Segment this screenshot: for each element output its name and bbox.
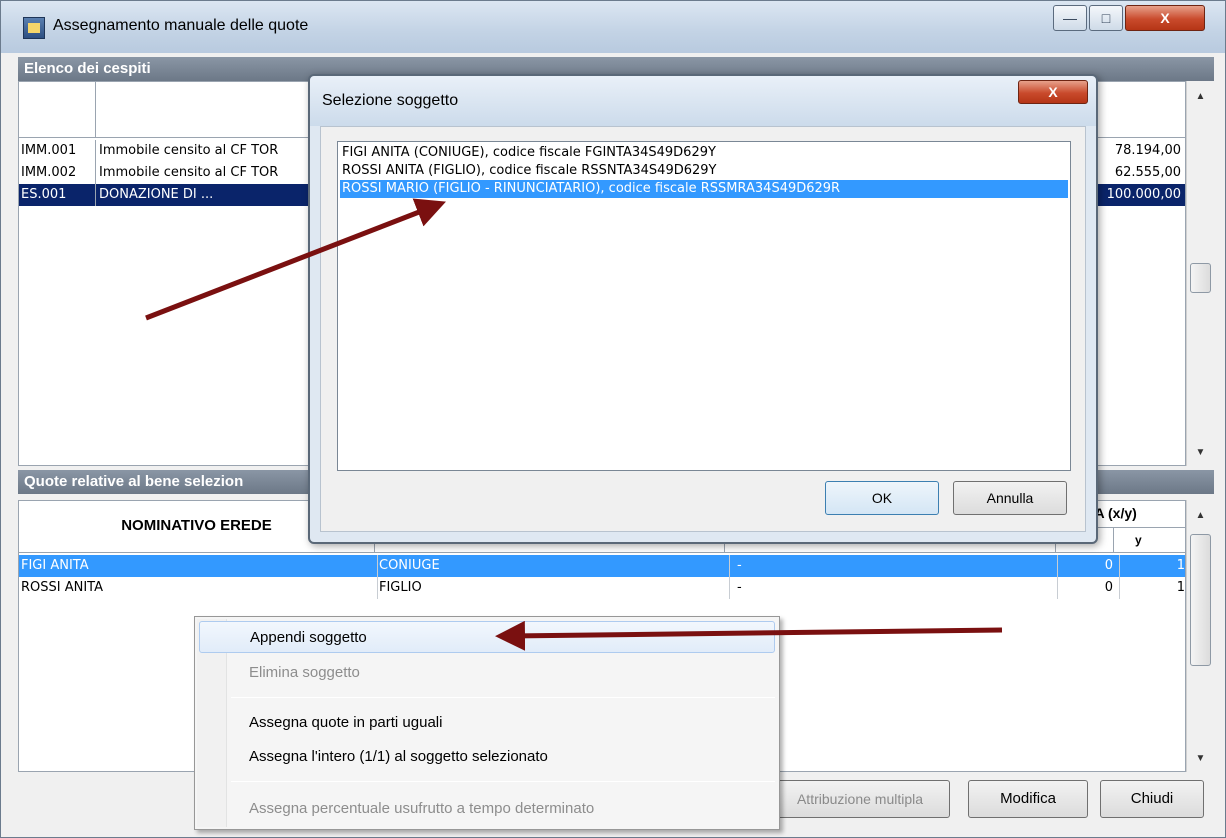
quotes-scrollbar[interactable]: ▲ ▼: [1186, 500, 1214, 772]
heir-extra: -: [735, 555, 1058, 577]
dialog-close-button[interactable]: X: [1018, 80, 1088, 104]
subject-selection-dialog: Selezione soggetto X FIGI ANITA (CONIUGE…: [308, 74, 1098, 544]
menu-separator: [231, 781, 775, 782]
asset-description: Immobile censito al CF TOR: [99, 143, 279, 158]
maximize-button[interactable]: □: [1089, 5, 1123, 31]
multiple-attribution-button[interactable]: Attribuzione multipla: [770, 780, 950, 818]
subject-list[interactable]: FIGI ANITA (CONIUGE), codice fiscale FGI…: [337, 141, 1071, 471]
dialog-titlebar[interactable]: Selezione soggetto X: [310, 76, 1096, 126]
ok-button[interactable]: OK: [825, 481, 939, 515]
window-title: Assegnamento manuale delle quote: [53, 17, 309, 34]
column-divider: [95, 184, 96, 206]
asset-value: 100.000,00: [1106, 187, 1181, 202]
dialog-body: FIGI ANITA (CONIUGE), codice fiscale FGI…: [320, 126, 1086, 532]
asset-value: 78.194,00: [1114, 143, 1181, 158]
quota-y: 1: [1113, 555, 1190, 577]
subject-list-item[interactable]: FIGI ANITA (CONIUGE), codice fiscale FGI…: [340, 144, 1068, 162]
scroll-up-icon[interactable]: ▲: [1187, 91, 1214, 102]
column-divider: [1113, 527, 1114, 553]
scroll-down-icon[interactable]: ▼: [1187, 753, 1214, 764]
column-divider: [95, 162, 96, 184]
cancel-button[interactable]: Annulla: [953, 481, 1067, 515]
heir-name: ROSSI ANITA: [19, 577, 378, 599]
scroll-up-icon[interactable]: ▲: [1187, 510, 1214, 521]
menu-item-delete-subject[interactable]: Elimina soggetto: [199, 657, 775, 689]
quote-row-selected[interactable]: FIGI ANITA CONIUGE - 0 1: [19, 555, 1190, 577]
close-button[interactable]: X: [1125, 5, 1205, 31]
app-window-icon: [23, 17, 45, 39]
asset-code: IMM.002: [21, 165, 77, 180]
asset-code: IMM.001: [21, 143, 77, 158]
context-menu: Appendi soggetto Elimina soggetto Assegn…: [194, 616, 780, 830]
heir-name: FIGI ANITA: [19, 555, 378, 577]
dialog-title: Selezione soggetto: [322, 92, 459, 109]
assets-scrollbar[interactable]: ▲ ▼: [1186, 81, 1214, 466]
menu-item-usufruct-percentage[interactable]: Assegna percentuale usufrutto a tempo de…: [199, 793, 775, 825]
quote-row[interactable]: ROSSI ANITA FIGLIO - 0 1: [19, 577, 1190, 599]
scroll-down-icon[interactable]: ▼: [1187, 447, 1214, 458]
asset-code: ES.001: [21, 187, 67, 202]
column-divider: [95, 140, 96, 162]
column-divider: [95, 82, 96, 138]
close-window-button[interactable]: Chiudi: [1100, 780, 1204, 818]
menu-item-append-subject[interactable]: Appendi soggetto: [199, 621, 775, 653]
asset-description: DONAZIONE DI ...: [99, 187, 214, 202]
menu-item-equal-shares[interactable]: Assegna quote in parti uguali: [199, 707, 775, 739]
subject-list-item[interactable]: ROSSI ANITA (FIGLIO), codice fiscale RSS…: [340, 162, 1068, 180]
scrollbar-thumb[interactable]: [1190, 263, 1211, 293]
edit-button[interactable]: Modifica: [968, 780, 1088, 818]
quota-x: 0: [1055, 577, 1120, 599]
window-titlebar[interactable]: Assegnamento manuale delle quote — □ X: [1, 1, 1225, 53]
heir-relation: CONIUGE: [375, 555, 730, 577]
column-header-y: y: [1135, 533, 1142, 547]
menu-item-assign-whole[interactable]: Assegna l'intero (1/1) al soggetto selez…: [199, 741, 775, 773]
heir-extra: -: [735, 577, 1058, 599]
minimize-button[interactable]: —: [1053, 5, 1087, 31]
menu-separator: [231, 697, 775, 698]
scrollbar-thumb[interactable]: [1190, 534, 1211, 666]
asset-value: 62.555,00: [1114, 165, 1181, 180]
subject-list-item-selected[interactable]: ROSSI MARIO (FIGLIO - RINUNCIATARIO), co…: [340, 180, 1068, 198]
asset-description: Immobile censito al CF TOR: [99, 165, 279, 180]
quota-y: 1: [1113, 577, 1190, 599]
quota-x: 0: [1055, 555, 1120, 577]
heir-relation: FIGLIO: [375, 577, 730, 599]
